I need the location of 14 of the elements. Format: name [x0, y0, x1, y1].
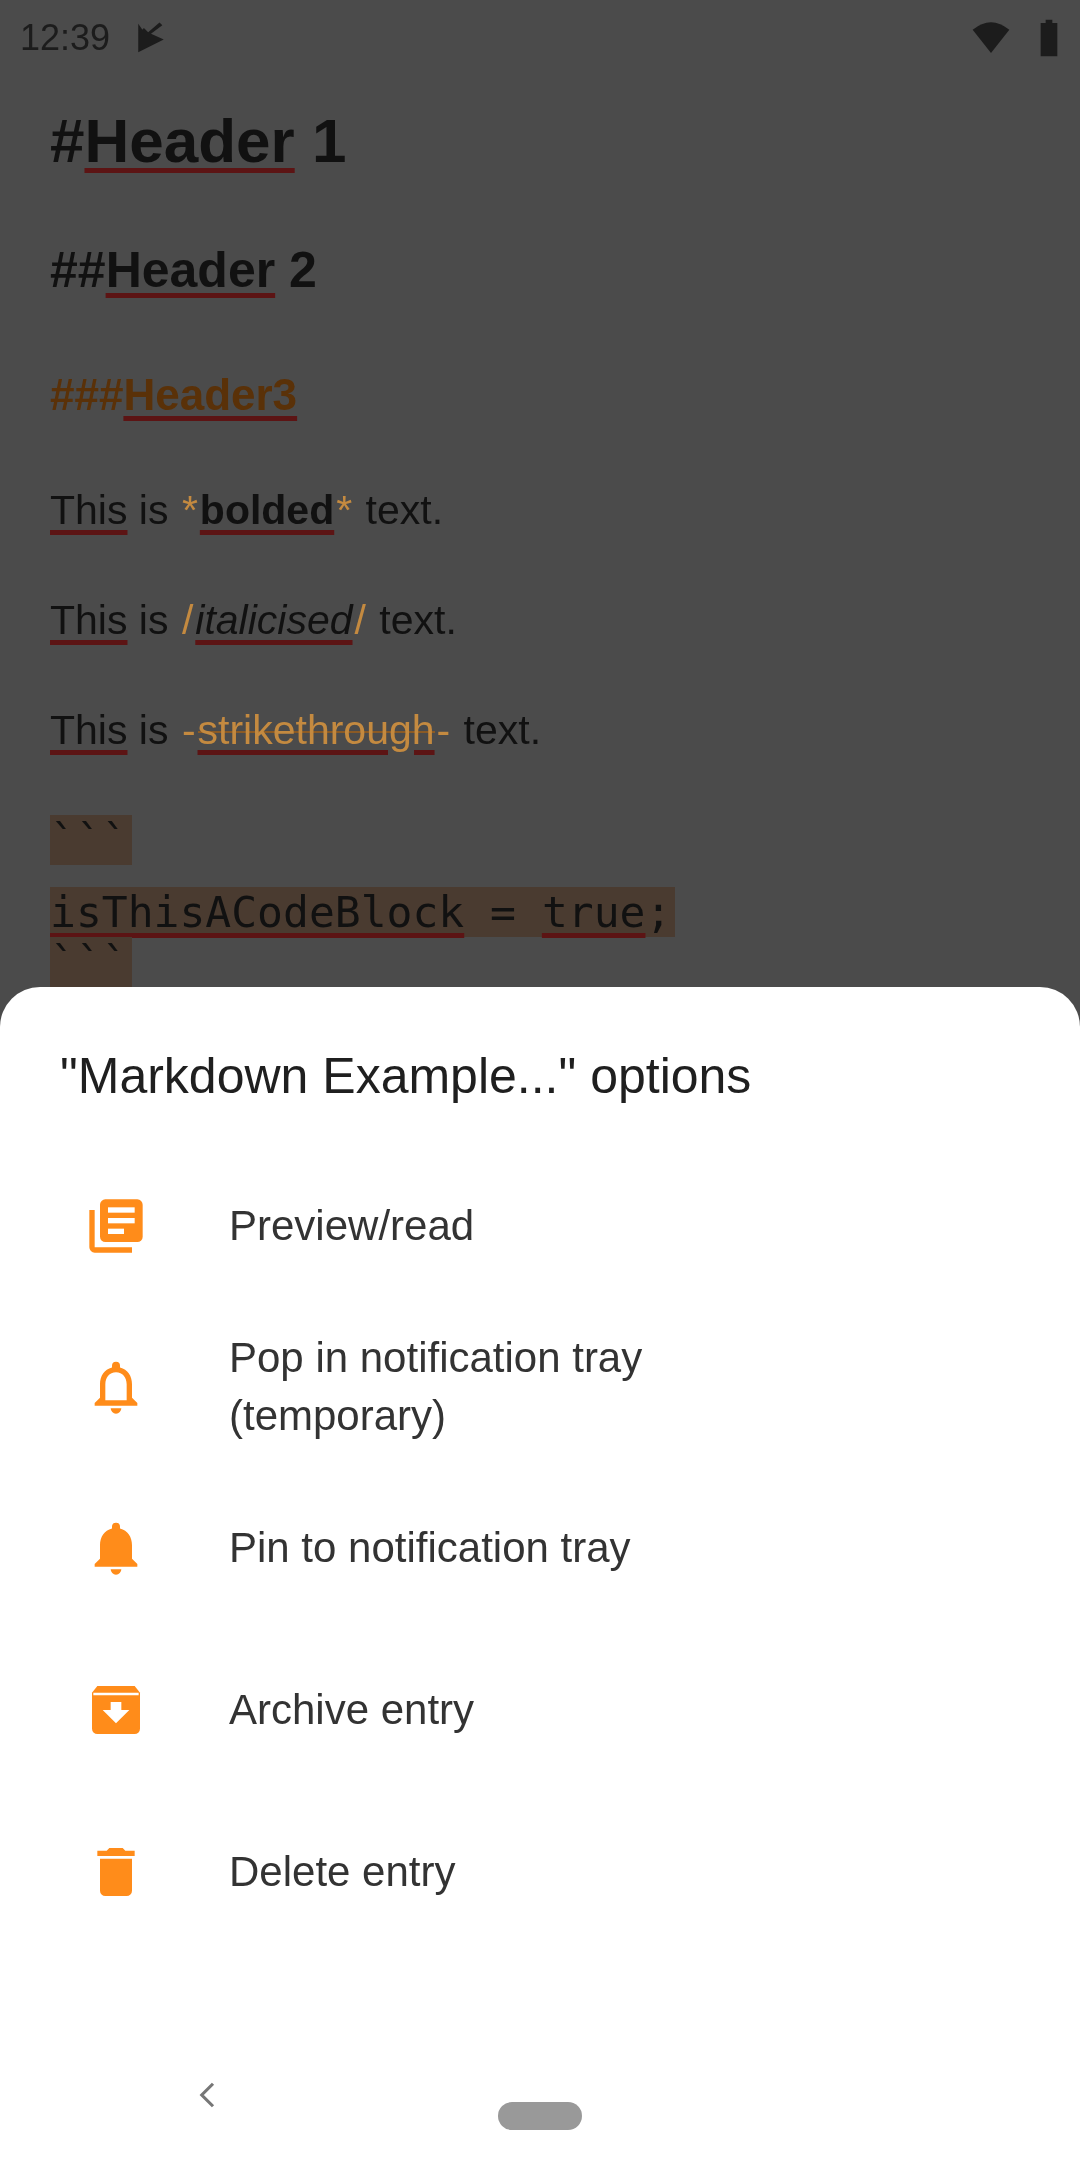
home-handle[interactable]	[498, 2102, 582, 2130]
text-line: This is *bolded* text.	[50, 486, 444, 534]
heading-line: #Header 1	[50, 104, 347, 176]
battery-icon	[1038, 17, 1060, 58]
menu-item[interactable]: Archive entry	[0, 1629, 1080, 1791]
heading-line: ###Header3	[50, 370, 298, 420]
menu-item[interactable]: Pop in notification tray (temporary)	[0, 1307, 1080, 1467]
text-line: This is -strikethrough- text.	[50, 706, 542, 754]
menu-item[interactable]: Preview/read	[0, 1145, 1080, 1307]
menu-item[interactable]: Delete entry	[0, 1791, 1080, 1953]
text-line: This is /italicised/ text.	[50, 596, 457, 644]
menu-item[interactable]: Pin to notification tray	[0, 1467, 1080, 1629]
heading-line: ##Header 2	[50, 241, 317, 299]
sheet-title: "Markdown Example..." options	[59, 1047, 753, 1106]
